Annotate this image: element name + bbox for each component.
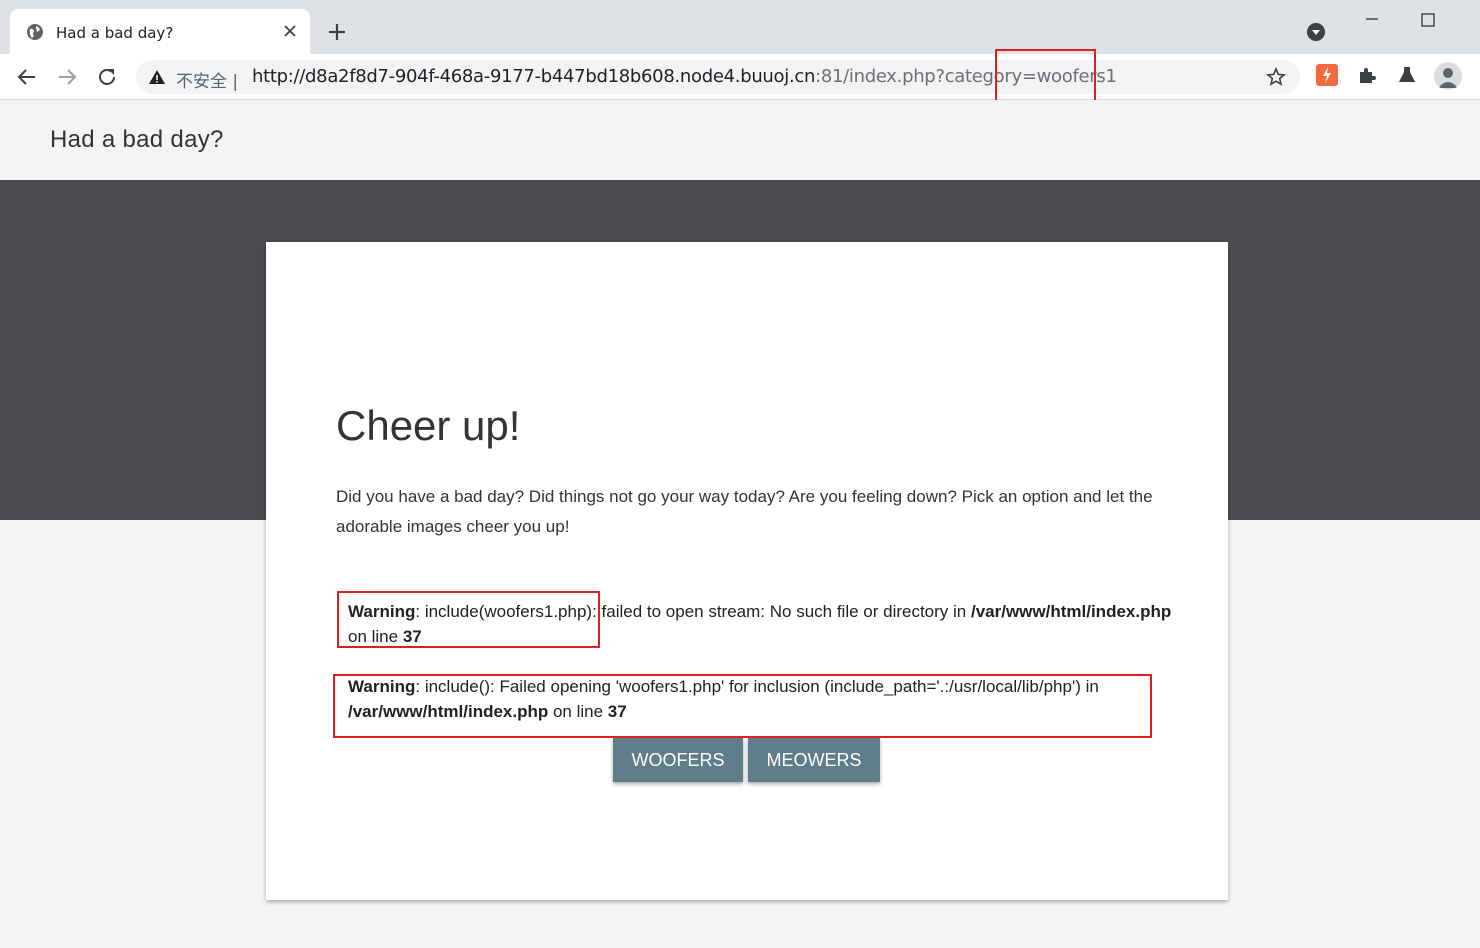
card-heading: Cheer up!: [336, 402, 521, 449]
woofers-button[interactable]: WOOFERS: [613, 738, 743, 782]
forward-icon[interactable]: [55, 65, 79, 89]
profile-icon[interactable]: [1434, 62, 1462, 90]
flask-icon[interactable]: [1396, 64, 1418, 86]
content-card: Cheer up! Did you have a bad day? Did th…: [266, 242, 1228, 900]
url-highlight-box: [995, 49, 1096, 102]
address-bar[interactable]: 不安全 | http://d8a2f8d7-904f-468a-9177-b44…: [136, 60, 1300, 94]
back-icon[interactable]: [15, 65, 39, 89]
browser-tab[interactable]: Had a bad day?: [10, 9, 310, 54]
close-icon[interactable]: [282, 23, 298, 39]
url-host: http://d8a2f8d7-904f-468a-9177-b447bd18b…: [252, 66, 816, 87]
browser-toolbar: 不安全 | http://d8a2f8d7-904f-468a-9177-b44…: [0, 54, 1480, 100]
meowers-button[interactable]: MEOWERS: [748, 738, 880, 782]
reload-icon[interactable]: [95, 65, 119, 89]
url-text[interactable]: http://d8a2f8d7-904f-468a-9177-b447bd18b…: [252, 66, 1117, 87]
puzzle-icon[interactable]: [1356, 64, 1378, 86]
globe-icon: [27, 24, 43, 40]
star-icon[interactable]: [1266, 67, 1286, 87]
tab-search-icon[interactable]: [1306, 22, 1326, 42]
site-title: Had a bad day?: [50, 126, 224, 153]
tab-title: Had a bad day?: [56, 24, 174, 42]
warning-icon[interactable]: [148, 68, 166, 86]
minimize-icon[interactable]: [1362, 12, 1382, 26]
warning-2-highlight-box: [333, 674, 1152, 738]
security-label[interactable]: 不安全 |: [176, 67, 238, 92]
warning-1-highlight-box: [337, 591, 600, 648]
maximize-icon[interactable]: [1418, 12, 1438, 28]
extension-icon[interactable]: [1316, 64, 1338, 86]
plus-icon[interactable]: [326, 21, 348, 43]
card-text: Did you have a bad day? Did things not g…: [336, 487, 1153, 536]
site-header: Had a bad day?: [0, 100, 1480, 180]
warning-file: /var/www/html/index.php: [970, 602, 1172, 621]
tab-strip: Had a bad day?: [0, 0, 1480, 54]
